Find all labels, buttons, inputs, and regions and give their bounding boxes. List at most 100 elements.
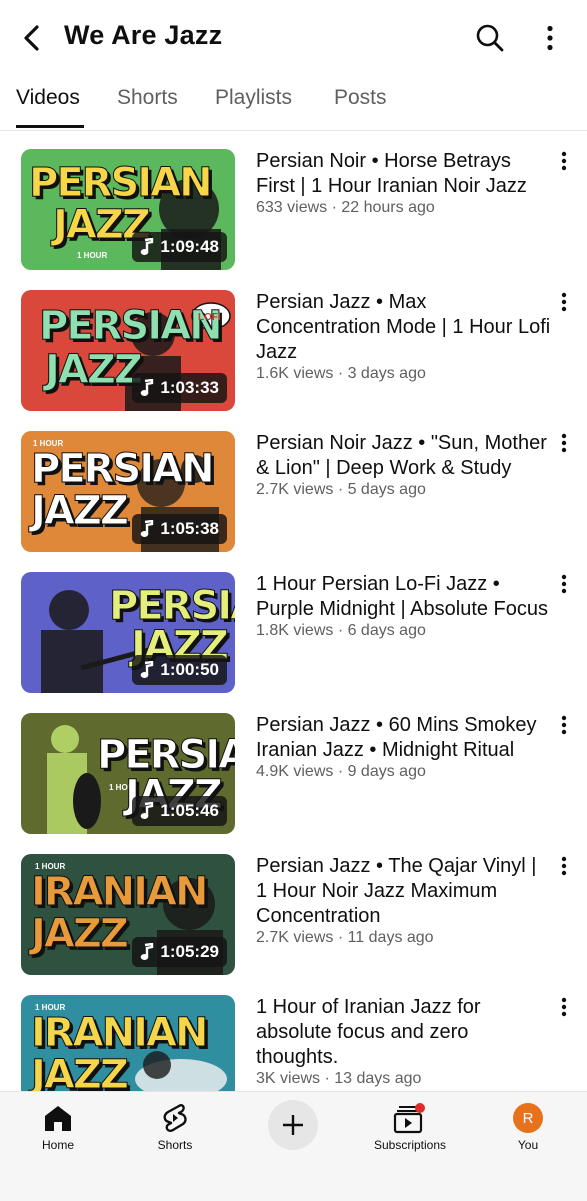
video-options-button[interactable]: [552, 856, 576, 884]
thumbnail-badge: 1 HOUR: [77, 251, 108, 260]
video-title[interactable]: Persian Jazz • The Qajar Vinyl | 1 Hour …: [256, 854, 551, 929]
more-vert-icon: [561, 856, 567, 876]
duration-badge: 1:05:46: [132, 796, 227, 826]
more-options-button[interactable]: [530, 18, 570, 58]
tab-posts[interactable]: Posts: [334, 86, 387, 128]
video-thumbnail[interactable]: 1 HOUR PERSIAN JAZZ 1:05:38: [21, 431, 235, 552]
video-item[interactable]: PERSIAN JAZZ LOFI 1:03:33 Persian Jazz •…: [0, 272, 587, 413]
thumbnail-title-line2: JAZZ: [31, 911, 130, 957]
nav-shorts[interactable]: Shorts: [127, 1098, 223, 1158]
video-thumbnail[interactable]: PERSIAN JAZZ 1:00:50: [21, 572, 235, 693]
thumbnail-badge: LOFI: [198, 312, 221, 323]
duration-badge: 1:00:50: [132, 655, 227, 685]
bottom-nav: Home Shorts Subscriptions R You: [0, 1091, 587, 1201]
tab-videos[interactable]: Videos: [16, 86, 80, 128]
music-note-icon: [141, 943, 154, 960]
video-title[interactable]: Persian Noir Jazz • "Sun, Mother & Lion"…: [256, 431, 551, 481]
video-title[interactable]: Persian Jazz • 60 Mins Smokey Iranian Ja…: [256, 713, 551, 763]
more-vert-icon: [561, 715, 567, 735]
video-stats: 4.9K views · 9 days ago: [256, 763, 426, 780]
nav-subscriptions-label: Subscriptions: [373, 1138, 447, 1152]
nav-you-label: You: [517, 1138, 539, 1152]
nav-home[interactable]: Home: [10, 1098, 106, 1158]
video-title[interactable]: Persian Noir • Horse Betrays First | 1 H…: [256, 149, 551, 199]
more-vert-icon: [561, 574, 567, 594]
video-meta: Persian Jazz • 60 Mins Smokey Iranian Ja…: [256, 713, 551, 781]
video-thumbnail[interactable]: PERSIAN 1 HOUR JAZZ 1:05:46: [21, 713, 235, 834]
music-note-icon: [141, 238, 154, 255]
more-vert-icon: [547, 25, 553, 51]
duration-badge: 1:05:38: [132, 514, 227, 544]
duration-badge: 1:03:33: [132, 373, 227, 403]
home-icon: [45, 1106, 71, 1131]
video-meta: 1 Hour of Iranian Jazz for absolute focu…: [256, 995, 551, 1088]
shorts-icon: [163, 1104, 187, 1132]
thumbnail-title-line2: JAZZ: [45, 347, 144, 393]
search-icon: [476, 24, 504, 52]
avatar: R: [513, 1103, 543, 1133]
video-item[interactable]: PERSIAN JAZZ 1:00:50 1 Hour Persian Lo-F…: [0, 554, 587, 695]
video-stats: 633 views · 22 hours ago: [256, 199, 435, 216]
video-list: PERSIAN JAZZ 1 HOUR 1:09:48 Persian Noir…: [0, 131, 587, 1091]
thumbnail-title-line1: PERSIAN: [31, 446, 216, 492]
video-item[interactable]: PERSIAN JAZZ 1 HOUR 1:09:48 Persian Noir…: [0, 131, 587, 272]
more-vert-icon: [561, 151, 567, 171]
nav-subscriptions[interactable]: Subscriptions: [362, 1098, 458, 1158]
video-options-button[interactable]: [552, 997, 576, 1025]
thumbnail-title-line2: JAZZ: [31, 488, 130, 534]
duration-text: 1:03:33: [160, 378, 219, 397]
music-note-icon: [141, 661, 154, 678]
video-options-button[interactable]: [552, 292, 576, 320]
video-stats: 2.7K views · 5 days ago: [256, 481, 426, 498]
thumbnail-title-line1: IRANIAN: [30, 869, 208, 915]
video-stats: 2.7K views · 11 days ago: [256, 929, 434, 946]
video-item[interactable]: PERSIAN 1 HOUR JAZZ 1:05:46 Persian Jazz…: [0, 695, 587, 836]
subscriptions-icon: [393, 1103, 425, 1134]
video-stats: 1.8K views · 6 days ago: [256, 622, 426, 639]
tab-shorts[interactable]: Shorts: [117, 86, 178, 128]
video-options-button[interactable]: [552, 433, 576, 461]
video-item[interactable]: 1 HOUR IRANIAN JAZZ 1 Hour of Iranian Ja…: [0, 977, 587, 1091]
search-button[interactable]: [470, 18, 510, 58]
music-note-icon: [141, 802, 154, 819]
tab-playlists[interactable]: Playlists: [215, 86, 292, 128]
duration-text: 1:05:46: [160, 801, 219, 820]
channel-title: We Are Jazz: [64, 20, 223, 50]
plus-icon: [283, 1115, 303, 1135]
back-button[interactable]: [14, 18, 50, 58]
video-thumbnail[interactable]: 1 HOUR IRANIAN JAZZ 1:05:29: [21, 854, 235, 975]
video-thumbnail[interactable]: 1 HOUR IRANIAN JAZZ: [21, 995, 235, 1091]
video-meta: Persian Noir • Horse Betrays First | 1 H…: [256, 149, 551, 217]
nav-you[interactable]: R You: [480, 1098, 576, 1158]
video-meta: 1 Hour Persian Lo-Fi Jazz • Purple Midni…: [256, 572, 551, 640]
more-vert-icon: [561, 292, 567, 312]
create-button[interactable]: [268, 1100, 318, 1150]
channel-tabs: Videos Shorts Playlists Posts: [0, 76, 587, 131]
duration-text: 1:00:50: [160, 660, 219, 679]
video-stats: 1.6K views · 3 days ago: [256, 365, 426, 382]
thumbnail-title-line1: PERSIAN: [39, 303, 224, 349]
notification-dot: [415, 1103, 425, 1113]
more-vert-icon: [561, 433, 567, 453]
video-options-button[interactable]: [552, 574, 576, 602]
thumbnail-title-line2: JAZZ: [31, 1052, 130, 1092]
music-note-icon: [141, 379, 154, 396]
back-arrow-icon: [24, 25, 39, 51]
video-item[interactable]: 1 HOUR IRANIAN JAZZ 1:05:29 Persian Jazz…: [0, 836, 587, 977]
video-title[interactable]: 1 Hour Persian Lo-Fi Jazz • Purple Midni…: [256, 572, 551, 622]
thumbnail-title-line1: IRANIAN: [30, 1010, 208, 1056]
active-tab-indicator: [16, 125, 84, 128]
video-item[interactable]: 1 HOUR PERSIAN JAZZ 1:05:38 Persian Noir…: [0, 413, 587, 554]
duration-badge: 1:05:29: [132, 937, 227, 967]
video-thumbnail[interactable]: PERSIAN JAZZ 1 HOUR 1:09:48: [21, 149, 235, 270]
nav-shorts-label: Shorts: [157, 1138, 193, 1152]
video-options-button[interactable]: [552, 151, 576, 179]
nav-home-label: Home: [41, 1138, 74, 1152]
video-title[interactable]: 1 Hour of Iranian Jazz for absolute focu…: [256, 995, 551, 1070]
video-thumbnail[interactable]: PERSIAN JAZZ LOFI 1:03:33: [21, 290, 235, 411]
video-title[interactable]: Persian Jazz • Max Concentration Mode | …: [256, 290, 551, 365]
video-stats: 3K views · 13 days ago: [256, 1070, 422, 1087]
music-note-icon: [141, 520, 154, 537]
video-options-button[interactable]: [552, 715, 576, 743]
thumbnail-title-line1: PERSIAN: [109, 583, 235, 629]
